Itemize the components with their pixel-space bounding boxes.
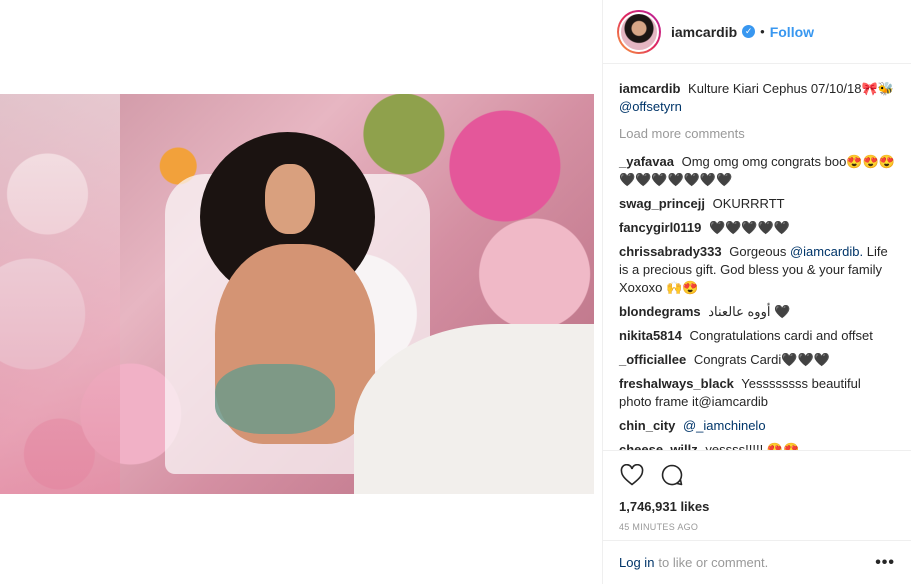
post-photo[interactable] (0, 94, 594, 494)
header-username[interactable]: iamcardib (671, 24, 737, 40)
load-more-comments-button[interactable]: Load more comments (619, 126, 895, 141)
comment-username[interactable]: nikita5814 (619, 328, 682, 343)
comment-item: chin_city @_iamchinelo (619, 417, 895, 435)
photo-face (265, 164, 315, 234)
comment-item: _yafavaa Omg omg omg congrats boo😍😍😍🖤🖤🖤🖤… (619, 153, 895, 189)
comment-text: OKURRRTT (712, 196, 785, 211)
comment-text: Congratulations cardi and offset (689, 328, 873, 343)
caption-mention[interactable]: @offsetyrn (619, 99, 682, 114)
avatar-image (619, 11, 659, 52)
comment-username[interactable]: _officiallee (619, 352, 686, 367)
comment-username[interactable]: freshalways_black (619, 376, 734, 391)
comment-item: chrissabrady333 Gorgeous @iamcardib. Lif… (619, 243, 895, 297)
comment-text: أووه عالعناد 🖤 (708, 304, 791, 319)
comment-username[interactable]: _yafavaa (619, 154, 674, 169)
comment-item: swag_princejj OKURRRTT (619, 195, 895, 213)
comment-item: nikita5814 Congratulations cardi and off… (619, 327, 895, 345)
comment-username[interactable]: cheese_willz (619, 442, 698, 450)
more-options-icon[interactable]: ••• (875, 554, 895, 572)
comment-item: cheese_willz yessss!!!!! 😍😍 (619, 441, 895, 450)
verified-badge-icon: ✓ (742, 25, 756, 38)
photo-flowers-left (0, 94, 120, 494)
comments-list[interactable]: iamcardib Kulture Kiari Cephus 07/10/18🎀… (603, 64, 911, 450)
login-prompt-text: to like or comment. (658, 555, 769, 570)
comment-mention[interactable]: @_iamchinelo (683, 418, 766, 433)
comment-text: Gorgeous (729, 244, 787, 259)
comment-text: Congrats Cardi🖤🖤🖤 (693, 352, 830, 367)
comment-username[interactable]: blondegrams (619, 304, 701, 319)
comment-item: blondegrams أووه عالعناد 🖤 (619, 303, 895, 321)
comment-item: fancygirl0119 🖤🖤🖤🖤🖤 (619, 219, 895, 237)
photo-tattoo (215, 364, 335, 434)
comment-item: _officiallee Congrats Cardi🖤🖤🖤 (619, 351, 895, 369)
follow-button[interactable]: Follow (770, 24, 814, 40)
post-sidebar: iamcardib ✓ • Follow iamcardib Kulture K… (602, 0, 911, 584)
post-timestamp[interactable]: 45 MINUTES AGO (619, 522, 895, 532)
comment-username[interactable]: swag_princejj (619, 196, 705, 211)
like-count[interactable]: 1,746,931 likes (619, 499, 895, 514)
like-button[interactable] (619, 462, 645, 488)
post-media-area (0, 0, 602, 584)
caption: iamcardib Kulture Kiari Cephus 07/10/18🎀… (619, 80, 895, 116)
comment-text: yessss!!!!! 😍😍 (705, 442, 800, 450)
login-link[interactable]: Log in (619, 555, 654, 570)
comment-button[interactable] (659, 462, 685, 488)
comment-username[interactable]: chin_city (619, 418, 675, 433)
comment-mention[interactable]: @iamcardib. (790, 244, 863, 259)
header-separator: • (760, 24, 765, 39)
comment-username[interactable]: fancygirl0119 (619, 220, 701, 235)
login-bar: Log in to like or comment. ••• (603, 540, 911, 584)
comment-item: freshalways_black Yessssssss beautiful p… (619, 375, 895, 411)
caption-username[interactable]: iamcardib (619, 81, 680, 96)
comment-text: 🖤🖤🖤🖤🖤 (709, 220, 790, 235)
comment-username[interactable]: chrissabrady333 (619, 244, 722, 259)
avatar[interactable] (617, 9, 661, 54)
comment-icon (661, 464, 683, 486)
post-header: iamcardib ✓ • Follow (603, 0, 911, 64)
post-actions: 1,746,931 likes 45 MINUTES AGO (603, 450, 911, 532)
caption-text: Kulture Kiari Cephus 07/10/18🎀🐝 (688, 81, 894, 96)
action-icons (619, 461, 895, 489)
heart-icon (620, 464, 644, 486)
